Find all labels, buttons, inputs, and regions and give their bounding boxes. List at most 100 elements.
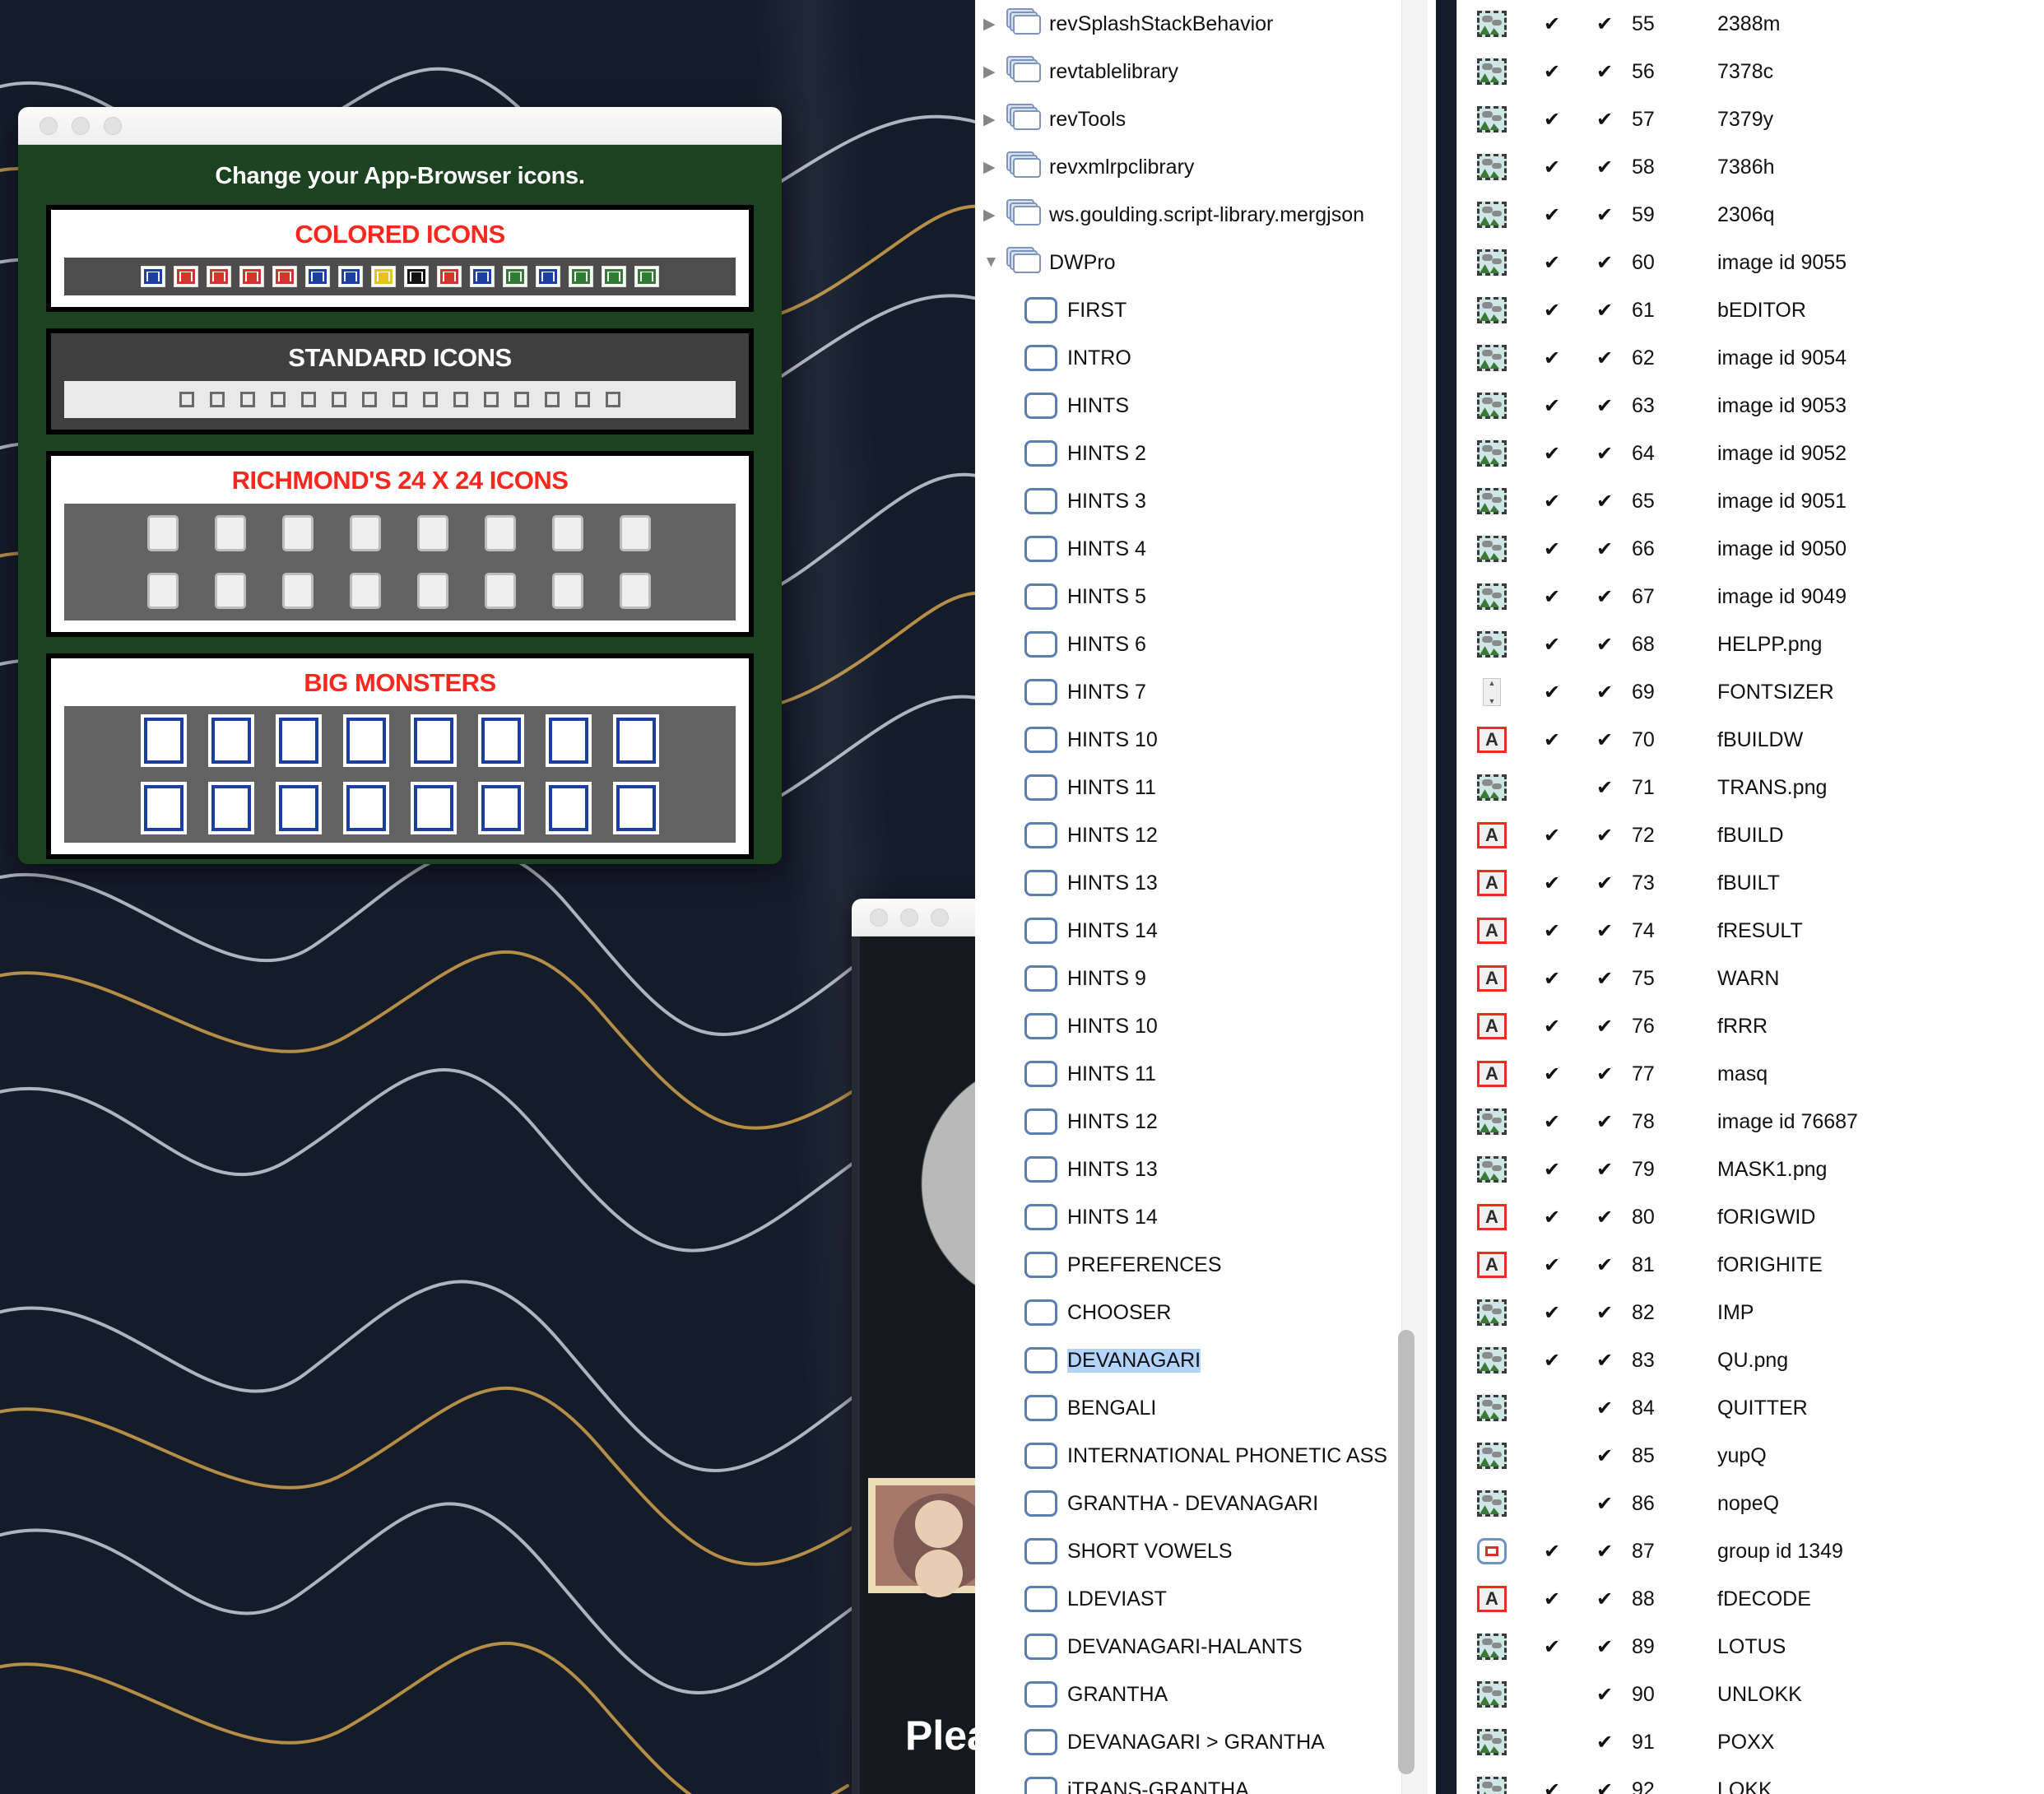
table-row[interactable]: ✔ 71 TRANS.png — [1457, 764, 2044, 811]
table-row[interactable]: ✔ 84 QUITTER — [1457, 1384, 2044, 1432]
zoom-icon[interactable] — [104, 116, 122, 135]
standard-icon-mtn[interactable] — [359, 389, 381, 410]
table-row[interactable]: ✔ ✔ 89 LOTUS — [1457, 1623, 2044, 1671]
tree-card-9[interactable]: HINTS 10 — [975, 716, 1436, 764]
tree-card-24[interactable]: INTERNATIONAL PHONETIC ASS — [975, 1432, 1436, 1480]
row-check-visible[interactable]: ✔ — [1526, 394, 1577, 418]
table-row[interactable]: A ✔ ✔ 80 fORIGWID — [1457, 1193, 2044, 1241]
tree-card-7[interactable]: HINTS 6 — [975, 620, 1436, 668]
row-check-enabled[interactable]: ✔ — [1577, 1587, 1632, 1611]
table-row[interactable]: ✔ ✔ 59 2306q — [1457, 191, 2044, 239]
tree-card-25[interactable]: GRANTHA - DEVANAGARI — [975, 1480, 1436, 1527]
richmond24-icon-11[interactable] — [343, 569, 389, 612]
richmond24-icon-6[interactable] — [546, 512, 592, 555]
tree-card-2[interactable]: HINTS — [975, 382, 1436, 430]
row-check-visible[interactable]: ✔ — [1526, 967, 1577, 991]
icon-browser-window[interactable]: Change your App-Browser icons. COLORED I… — [18, 107, 782, 864]
icon-browser-titlebar[interactable] — [18, 107, 782, 145]
standard-icon-win[interactable] — [572, 389, 594, 410]
color-icon-bolt[interactable] — [503, 266, 527, 287]
tree-stack-3[interactable]: revxmlrpclibrary — [975, 143, 1436, 191]
row-check-visible[interactable]: ✔ — [1526, 1015, 1577, 1039]
row-check-visible[interactable]: ✔ — [1526, 442, 1577, 466]
table-row[interactable]: ✔ ✔ 60 image id 9055 — [1457, 239, 2044, 286]
table-row[interactable]: ▲ ▼ ✔ ✔ 69 FONTSIZER — [1457, 668, 2044, 716]
row-check-enabled[interactable]: ✔ — [1577, 1253, 1632, 1277]
chevron-right-icon[interactable] — [983, 15, 1005, 34]
minimize-icon[interactable] — [72, 116, 90, 135]
row-check-enabled[interactable]: ✔ — [1577, 1492, 1632, 1516]
tree-card-28[interactable]: DEVANAGARI-HALANTS — [975, 1623, 1436, 1671]
bigmonster-icon-6[interactable] — [546, 714, 592, 767]
standard-icon-A[interactable] — [207, 389, 229, 410]
row-check-enabled[interactable]: ✔ — [1577, 156, 1632, 179]
standard-icon-photo[interactable] — [298, 389, 320, 410]
color-icon-A[interactable] — [174, 266, 198, 287]
color-icon-A2[interactable] — [437, 266, 462, 287]
bigmonster-icon-10[interactable] — [276, 782, 322, 834]
bigmonster-icon-7[interactable] — [613, 714, 659, 767]
richmond24-icon-13[interactable] — [478, 569, 524, 612]
tree-card-3[interactable]: HINTS 2 — [975, 430, 1436, 477]
row-check-enabled[interactable]: ✔ — [1577, 1540, 1632, 1564]
color-icon-marquee[interactable] — [207, 266, 231, 287]
table-row[interactable]: ✔ ✔ 83 QU.png — [1457, 1336, 2044, 1384]
standard-icon-arrow[interactable] — [450, 389, 472, 410]
table-row[interactable]: A ✔ ✔ 74 fRESULT — [1457, 907, 2044, 955]
tree-card-16[interactable]: HINTS 11 — [975, 1050, 1436, 1098]
tree-card-0[interactable]: FIRST — [975, 286, 1436, 334]
standard-icon-eye[interactable] — [389, 389, 411, 410]
bigmonster-icon-2[interactable] — [276, 714, 322, 767]
tree-stack-5[interactable]: DWPro — [975, 239, 1436, 286]
color-icon-marquee2[interactable] — [272, 266, 297, 287]
chevron-right-icon[interactable] — [983, 206, 1005, 225]
bigmonster-icon-8[interactable] — [141, 782, 187, 834]
table-row[interactable]: A ✔ ✔ 81 fORIGHITE — [1457, 1241, 2044, 1289]
bigmonster-icon-13[interactable] — [478, 782, 524, 834]
tree-card-8[interactable]: HINTS 7 — [975, 668, 1436, 716]
tree-card-20[interactable]: PREFERENCES — [975, 1241, 1436, 1289]
row-check-enabled[interactable]: ✔ — [1577, 1349, 1632, 1373]
table-row[interactable]: ✔ ✔ 62 image id 9054 — [1457, 334, 2044, 382]
chevron-right-icon[interactable] — [983, 110, 1005, 129]
richmond24-icon-12[interactable] — [411, 569, 457, 612]
row-check-enabled[interactable]: ✔ — [1577, 346, 1632, 370]
table-row[interactable]: ✔ ✔ 92 LOKK — [1457, 1766, 2044, 1794]
row-check-enabled[interactable]: ✔ — [1577, 442, 1632, 466]
row-check-enabled[interactable]: ✔ — [1577, 967, 1632, 991]
row-check-visible[interactable]: ✔ — [1526, 490, 1577, 514]
row-check-visible[interactable]: ✔ — [1526, 681, 1577, 704]
zoom-icon[interactable] — [931, 908, 949, 927]
row-check-enabled[interactable]: ✔ — [1577, 824, 1632, 848]
tree-card-31[interactable]: iTRANS-GRANTHA — [975, 1766, 1436, 1794]
object-table[interactable]: ✔ ✔ 55 2388m ✔ ✔ 56 7378c ✔ ✔ 57 7379y ✔ ✔ 58 7386h ✔ ✔ 59… — [1456, 0, 2044, 1794]
table-row[interactable]: ✔ ✔ 64 image id 9052 — [1457, 430, 2044, 477]
bigmonster-icon-0[interactable] — [141, 714, 187, 767]
standard-icon-card[interactable] — [511, 389, 533, 410]
row-check-enabled[interactable]: ✔ — [1577, 299, 1632, 323]
row-check-enabled[interactable]: ✔ — [1577, 585, 1632, 609]
row-check-enabled[interactable]: ✔ — [1577, 633, 1632, 657]
bigmonster-icon-14[interactable] — [546, 782, 592, 834]
bigmonster-icon-1[interactable] — [208, 714, 254, 767]
chevron-right-icon[interactable] — [983, 63, 1005, 81]
color-icon-flag[interactable] — [305, 266, 330, 287]
table-row[interactable]: ✔ 85 yupQ — [1457, 1432, 2044, 1480]
row-check-enabled[interactable]: ✔ — [1577, 776, 1632, 800]
color-icon-play[interactable] — [141, 266, 165, 287]
row-check-enabled[interactable]: ✔ — [1577, 1015, 1632, 1039]
row-check-visible[interactable]: ✔ — [1526, 108, 1577, 132]
bigmonster-icon-3[interactable] — [343, 714, 389, 767]
project-tree-panel[interactable]: revSplashStackBehavior revtablelibrary rev… — [975, 0, 1436, 1794]
row-check-enabled[interactable]: ✔ — [1577, 490, 1632, 514]
richmond24-icon-9[interactable] — [208, 569, 254, 612]
row-check-enabled[interactable]: ✔ — [1577, 871, 1632, 895]
bigmonster-icon-9[interactable] — [208, 782, 254, 834]
tree-card-26[interactable]: SHORT VOWELS — [975, 1527, 1436, 1575]
row-check-visible[interactable]: ✔ — [1526, 871, 1577, 895]
row-check-visible[interactable]: ✔ — [1526, 824, 1577, 848]
tree-card-15[interactable]: HINTS 10 — [975, 1002, 1436, 1050]
row-check-visible[interactable]: ✔ — [1526, 156, 1577, 179]
row-check-enabled[interactable]: ✔ — [1577, 1062, 1632, 1086]
tree-card-12[interactable]: HINTS 13 — [975, 859, 1436, 907]
